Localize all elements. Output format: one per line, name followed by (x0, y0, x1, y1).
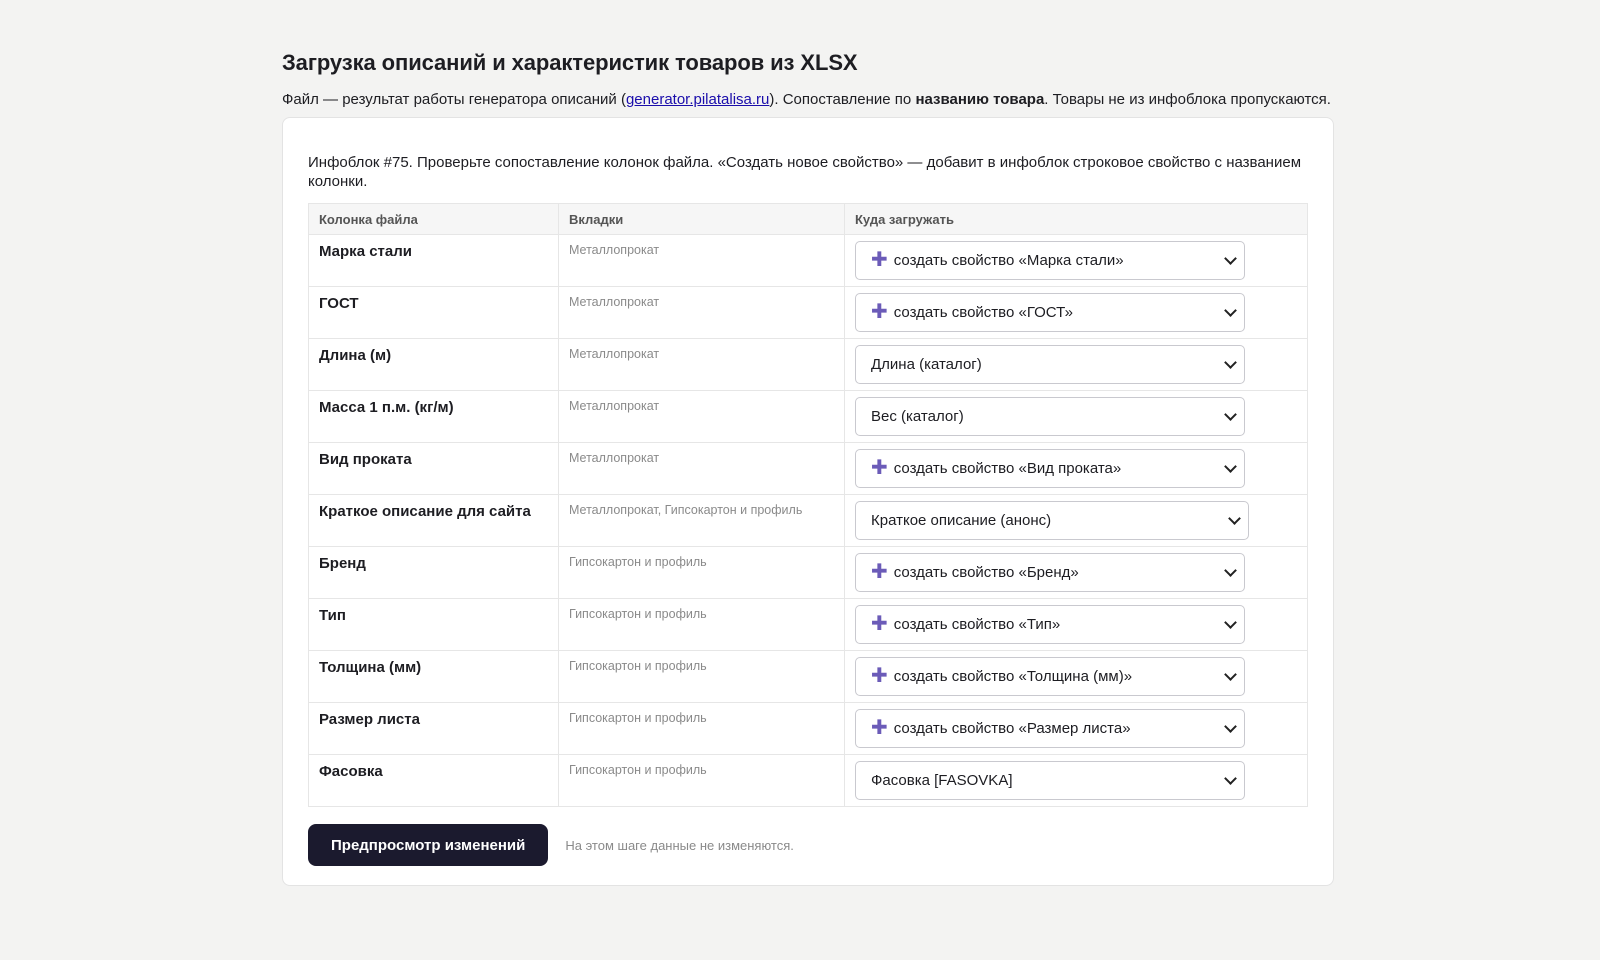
target-select-value: создать свойство «Тип» (893, 616, 1061, 633)
target-select-value: создать свойство «Вид проката» (893, 460, 1122, 477)
infoblock-info: Инфоблок #75. Проверьте сопоставление ко… (308, 154, 1302, 190)
target-select[interactable]: ✚ создать свойство «Бренд» (855, 553, 1245, 592)
target-select[interactable]: ✚ создать свойство «Марка стали» (855, 241, 1245, 280)
generator-link[interactable]: generator.pilatalisa.ru (626, 91, 769, 108)
chevron-down-icon (1224, 668, 1237, 681)
table-row: Масса 1 п.м. (кг/м) Металлопрокат Вес (кат… (308, 390, 1308, 443)
target-cell: ✚ создать свойство «Тип» (844, 598, 1308, 651)
target-select[interactable]: ✚ создать свойство «Тип» (855, 605, 1245, 644)
file-column-name: Размер листа (308, 702, 559, 755)
target-select-value: создать свойство «Толщина (мм)» (893, 668, 1133, 685)
target-cell: ✚ создать свойство «Вид проката» (844, 442, 1308, 495)
plus-icon: ✚ (871, 456, 888, 479)
header-file-column: Колонка файла (308, 203, 559, 235)
target-select-value: Фасовка [FASOVKA] (871, 772, 1013, 789)
chevron-down-icon (1224, 408, 1237, 421)
target-cell: ✚ создать свойство «Толщина (мм)» (844, 650, 1308, 703)
page-title: Загрузка описаний и характеристик товаро… (282, 50, 858, 75)
file-column-name: Вид проката (308, 442, 559, 495)
tabs-value: Металлопрокат, Гипсокартон и профиль (558, 494, 845, 547)
target-cell: Фасовка [FASOVKA] (844, 754, 1308, 807)
chevron-down-icon (1224, 460, 1237, 473)
tabs-value: Гипсокартон и профиль (558, 754, 845, 807)
table-row: Краткое описание для сайта Металлопрокат,… (308, 494, 1308, 547)
table-row: Длина (м) Металлопрокат Длина (каталог) (308, 338, 1308, 391)
plus-icon: ✚ (871, 300, 888, 323)
target-select[interactable]: ✚ создать свойство «ГОСТ» (855, 293, 1245, 332)
target-select[interactable]: Вес (каталог) (855, 397, 1245, 436)
chevron-down-icon (1228, 512, 1241, 525)
target-cell: Краткое описание (анонс) (844, 494, 1308, 547)
card-footer: Предпросмотр изменений На этом шаге данн… (308, 824, 1308, 866)
chevron-down-icon (1224, 356, 1237, 369)
tabs-value: Металлопрокат (558, 390, 845, 443)
header-tabs: Вкладки (558, 203, 845, 235)
chevron-down-icon (1224, 616, 1237, 629)
target-select[interactable]: Краткое описание (анонс) (855, 501, 1249, 540)
target-select-value: создать свойство «Размер листа» (893, 720, 1131, 737)
header-target: Куда загружать (844, 203, 1308, 235)
file-column-name: Толщина (мм) (308, 650, 559, 703)
file-column-name: Фасовка (308, 754, 559, 807)
table-row: Размер листа Гипсокартон и профиль ✚ создат… (308, 702, 1308, 755)
target-cell: ✚ создать свойство «ГОСТ» (844, 286, 1308, 339)
plus-icon: ✚ (871, 716, 888, 739)
tabs-value: Металлопрокат (558, 338, 845, 391)
file-column-name: ГОСТ (308, 286, 559, 339)
target-cell: ✚ создать свойство «Размер листа» (844, 702, 1308, 755)
table-row: Толщина (мм) Гипсокартон и профиль ✚ создат… (308, 650, 1308, 703)
target-select[interactable]: Длина (каталог) (855, 345, 1245, 384)
tabs-value: Гипсокартон и профиль (558, 650, 845, 703)
footer-note: На этом шаге данные не изменяются. (565, 837, 794, 853)
target-cell: Длина (каталог) (844, 338, 1308, 391)
file-column-name: Длина (м) (308, 338, 559, 391)
table-row: ГОСТ Металлопрокат ✚ создать свойство «ГОСТ… (308, 286, 1308, 339)
file-column-name: Масса 1 п.м. (кг/м) (308, 390, 559, 443)
table-row: Вид проката Металлопрокат ✚ создать свойств… (308, 442, 1308, 495)
chevron-down-icon (1224, 564, 1237, 577)
page-container: Загрузка описаний и характеристик товаро… (282, 46, 1334, 886)
chevron-down-icon (1224, 252, 1237, 265)
target-select-value: создать свойство «ГОСТ» (893, 304, 1073, 321)
file-column-name: Краткое описание для сайта (308, 494, 559, 547)
target-select-value: создать свойство «Марка стали» (893, 252, 1124, 269)
table-row: Тип Гипсокартон и профиль ✚ создать свойств… (308, 598, 1308, 651)
target-select-value: Вес (каталог) (871, 408, 964, 425)
file-column-name: Бренд (308, 546, 559, 599)
target-cell: ✚ создать свойство «Марка стали» (844, 234, 1308, 287)
target-select[interactable]: ✚ создать свойство «Размер листа» (855, 709, 1245, 748)
mapping-card: Инфоблок #75. Проверьте сопоставление ко… (282, 117, 1334, 886)
target-select-value: Краткое описание (анонс) (871, 512, 1052, 529)
target-cell: ✚ создать свойство «Бренд» (844, 546, 1308, 599)
table-row: Фасовка Гипсокартон и профиль Фасовка [FAS… (308, 754, 1308, 807)
table-row: Бренд Гипсокартон и профиль ✚ создать свойс… (308, 546, 1308, 599)
chevron-down-icon (1224, 720, 1237, 733)
target-select[interactable]: ✚ создать свойство «Толщина (мм)» (855, 657, 1245, 696)
tabs-value: Гипсокартон и профиль (558, 702, 845, 755)
target-select[interactable]: Фасовка [FASOVKA] (855, 761, 1245, 800)
tabs-value: Гипсокартон и профиль (558, 598, 845, 651)
target-select-value: Длина (каталог) (871, 356, 982, 373)
plus-icon: ✚ (871, 664, 888, 687)
file-column-name: Марка стали (308, 234, 559, 287)
plus-icon: ✚ (871, 612, 888, 635)
tabs-value: Гипсокартон и профиль (558, 546, 845, 599)
preview-changes-button[interactable]: Предпросмотр изменений (308, 824, 549, 866)
mapping-table: Колонка файла Вкладки Куда загружать Мар… (308, 203, 1308, 807)
target-select-value: создать свойство «Бренд» (893, 564, 1079, 581)
tabs-value: Металлопрокат (558, 286, 845, 339)
table-row: Марка стали Металлопрокат ✚ создать свойств… (308, 234, 1308, 287)
plus-icon: ✚ (871, 560, 888, 583)
target-cell: Вес (каталог) (844, 390, 1308, 443)
tabs-value: Металлопрокат (558, 234, 845, 287)
chevron-down-icon (1224, 304, 1237, 317)
chevron-down-icon (1224, 772, 1237, 785)
target-select[interactable]: ✚ создать свойство «Вид проката» (855, 449, 1245, 488)
tabs-value: Металлопрокат (558, 442, 845, 495)
page-description: Файл — результат работы генератора описа… (282, 91, 1331, 108)
file-column-name: Тип (308, 598, 559, 651)
table-header-row: Колонка файла Вкладки Куда загружать (308, 203, 1308, 235)
plus-icon: ✚ (871, 248, 888, 271)
